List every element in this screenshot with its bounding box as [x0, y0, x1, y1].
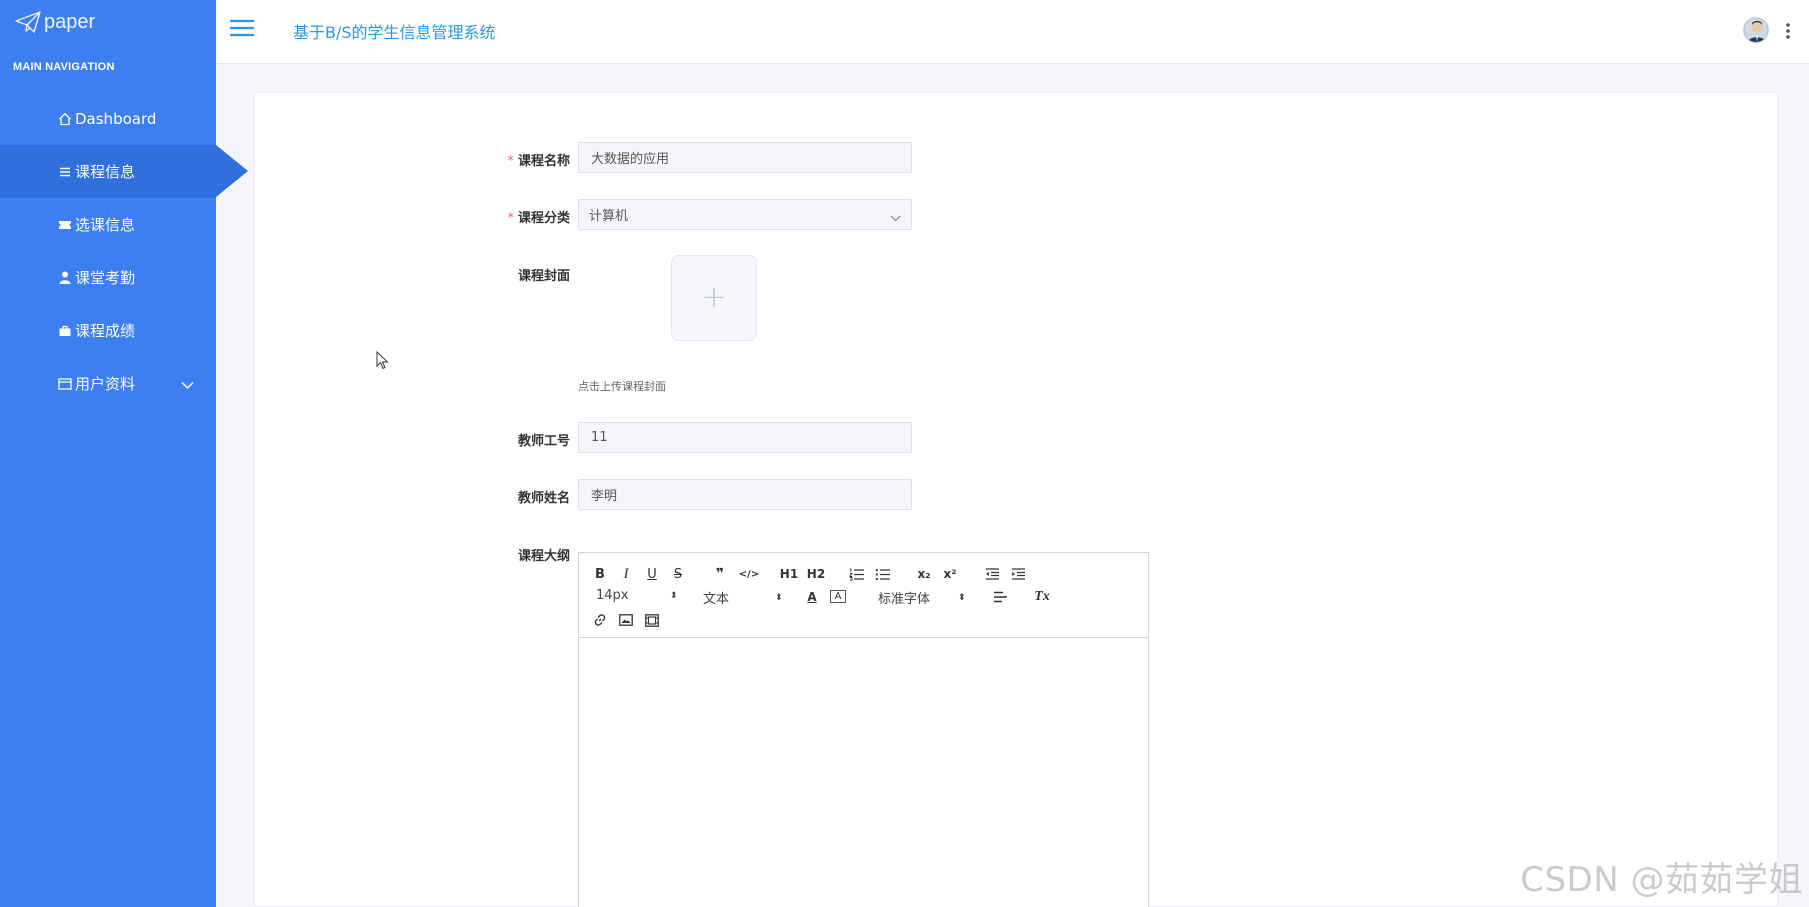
cover-upload-button[interactable]: + — [671, 255, 757, 341]
hamburger-icon — [230, 19, 254, 37]
align-left-icon — [994, 591, 1007, 603]
logo-text: paper — [44, 10, 96, 33]
outdent-icon — [985, 568, 999, 580]
course-category-value: 计算机 — [589, 209, 629, 224]
plus-icon: + — [701, 280, 727, 315]
sidebar-item-user-profile[interactable]: 用户资料 — [0, 357, 216, 410]
subscript-button[interactable]: x₂ — [914, 565, 934, 583]
teacher-id-label: 教师工号 — [517, 434, 570, 449]
heading-1-button[interactable]: H1 — [778, 565, 800, 583]
course-name-input[interactable]: 大数据的应用 — [578, 142, 912, 173]
teacher-id-value: 11 — [591, 430, 608, 445]
ticket-icon — [57, 217, 73, 233]
course-name-value: 大数据的应用 — [591, 152, 670, 167]
editor-toolbar: B I U S ❞ </> H1 H2 x₂ x² 14px ⬍ 文本 ⬍ A — [579, 553, 1148, 638]
strikethrough-button[interactable]: S — [669, 565, 687, 583]
sidebar-item-attendance[interactable]: 课堂考勤 — [0, 251, 216, 304]
mouse-cursor-icon — [376, 350, 390, 375]
sidebar-item-course-selection[interactable]: 选课信息 — [0, 198, 216, 251]
code-block-button[interactable]: </> — [738, 565, 760, 583]
chevron-down-icon — [890, 211, 901, 226]
font-family-select[interactable]: 标准字体 ⬍ — [878, 588, 968, 607]
menu-toggle-button[interactable] — [230, 18, 258, 42]
sidebar-item-label: 选课信息 — [75, 216, 136, 234]
id-card-icon — [57, 376, 73, 392]
align-button[interactable] — [991, 588, 1009, 606]
watermark: CSDN @茹茹学姐 — [1520, 860, 1803, 900]
superscript-button[interactable]: x² — [940, 565, 960, 583]
bullet-list-icon — [875, 568, 890, 580]
background-color-button[interactable]: A — [830, 590, 846, 603]
more-vertical-icon — [1786, 23, 1790, 39]
text-style-select[interactable]: 文本 ⬍ — [703, 588, 783, 607]
sidebar-item-label: 课程信息 — [75, 163, 136, 181]
italic-button[interactable]: I — [617, 565, 635, 583]
course-name-label: * 课程名称 — [507, 154, 570, 169]
chevron-down-icon — [181, 376, 194, 394]
sidebar-item-course-info[interactable]: 课程信息 — [0, 145, 248, 198]
film-icon — [645, 613, 659, 627]
font-size-value: 14px — [596, 588, 629, 603]
indent-icon — [1011, 568, 1025, 580]
teacher-name-input[interactable]: 李明 — [578, 479, 912, 510]
image-button[interactable] — [617, 611, 635, 629]
link-icon — [594, 614, 606, 626]
font-family-value: 标准字体 — [878, 592, 931, 607]
heading-2-button[interactable]: H2 — [805, 565, 827, 583]
outdent-button[interactable] — [983, 565, 1001, 583]
select-arrows-icon: ⬍ — [958, 592, 966, 603]
sidebar-item-label: Dashboard — [75, 109, 157, 128]
cover-upload-hint: 点击上传课程封面 — [578, 380, 666, 393]
ordered-list-button[interactable] — [847, 565, 865, 583]
text-style-value: 文本 — [703, 592, 730, 607]
sidebar-item-label: 用户资料 — [75, 375, 136, 393]
blockquote-button[interactable]: ❞ — [711, 565, 729, 583]
required-mark: * — [507, 211, 514, 226]
select-arrows-icon: ⬍ — [670, 590, 678, 601]
font-color-button[interactable]: A — [804, 588, 820, 606]
briefcase-icon — [57, 323, 73, 339]
sidebar: paper MAIN NAVIGATION Dashboard 课程信息 选课信… — [0, 0, 248, 907]
editor-content-area[interactable] — [579, 638, 1148, 907]
logo[interactable]: paper — [14, 10, 95, 34]
course-category-label: * 课程分类 — [507, 211, 570, 226]
font-size-select[interactable]: 14px ⬍ — [596, 588, 678, 603]
required-mark: * — [507, 154, 514, 169]
user-icon — [57, 270, 73, 286]
bullet-list-button[interactable] — [873, 565, 891, 583]
course-category-select[interactable]: 计算机 — [578, 199, 912, 230]
top-bar: 基于B/S的学生信息管理系统 — [216, 0, 1809, 64]
ordered-list-icon — [848, 568, 864, 580]
sidebar-item-label: 课程成绩 — [75, 322, 136, 340]
underline-button[interactable]: U — [643, 565, 661, 583]
bold-button[interactable]: B — [591, 565, 609, 583]
course-cover-label: 课程封面 — [517, 269, 570, 284]
app-title: 基于B/S的学生信息管理系统 — [293, 23, 496, 42]
list-icon — [57, 164, 73, 180]
nav-header: MAIN NAVIGATION — [13, 61, 115, 73]
sidebar-nav: Dashboard 课程信息 选课信息 课堂考勤 课程成绩 用户资料 — [0, 92, 248, 410]
more-options-button[interactable] — [1785, 20, 1791, 42]
user-avatar[interactable] — [1743, 17, 1769, 43]
sidebar-item-label: 课堂考勤 — [75, 269, 136, 287]
clear-format-button[interactable]: Tx — [1032, 588, 1052, 606]
teacher-name-label: 教师姓名 — [517, 491, 570, 506]
image-icon — [619, 614, 633, 626]
course-outline-label: 课程大纲 — [517, 549, 570, 564]
indent-button[interactable] — [1009, 565, 1027, 583]
sidebar-item-dashboard[interactable]: Dashboard — [0, 92, 216, 145]
rich-text-editor: B I U S ❞ </> H1 H2 x₂ x² 14px ⬍ 文本 ⬍ A — [578, 552, 1149, 907]
select-arrows-icon: ⬍ — [775, 592, 783, 603]
avatar-icon — [1744, 18, 1768, 42]
sidebar-item-grades[interactable]: 课程成绩 — [0, 304, 216, 357]
video-button[interactable] — [643, 611, 661, 629]
paper-plane-icon — [15, 11, 41, 33]
link-button[interactable] — [591, 611, 609, 629]
teacher-name-value: 李明 — [591, 489, 618, 504]
home-icon — [57, 111, 73, 127]
teacher-id-input[interactable]: 11 — [578, 422, 912, 453]
